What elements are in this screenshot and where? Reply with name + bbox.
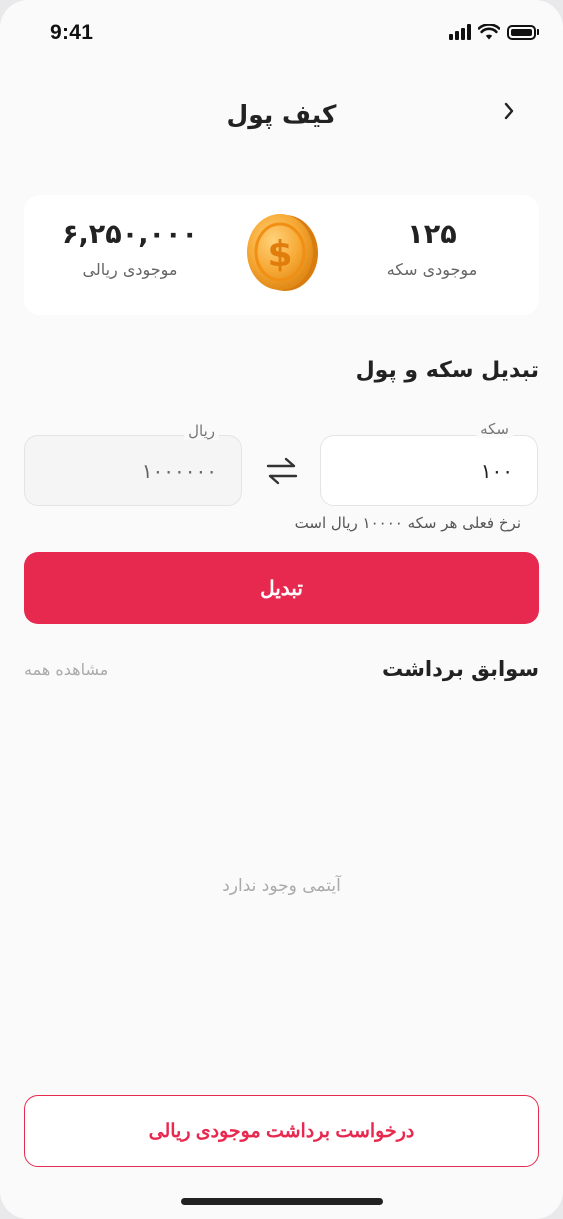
coin-balance-value: ۱۲۵ <box>407 219 457 250</box>
coin-field-label: سکه <box>476 420 513 438</box>
see-all-link[interactable]: مشاهده همه <box>24 660 108 679</box>
back-button[interactable] <box>494 96 524 126</box>
wifi-icon <box>478 24 500 40</box>
coin-amount-input[interactable]: ۱۰۰ <box>320 435 538 506</box>
converter-title: تبدیل سکه و پول <box>355 358 539 383</box>
coin-balance-label: موجودی سکه <box>386 260 478 279</box>
rial-balance-label: موجودی ریالی <box>82 260 178 279</box>
coin-balance: ۱۲۵ موجودی سکه <box>332 219 532 279</box>
chevron-right-icon <box>504 102 514 120</box>
withdraw-history-title: سوابق برداشت <box>382 657 539 681</box>
home-indicator <box>181 1198 383 1205</box>
battery-icon <box>507 24 539 40</box>
swap-arrows-icon[interactable] <box>264 455 300 487</box>
rial-balance: ۶,۲۵۰,۰۰۰ موجودی ریالی <box>30 219 230 279</box>
rial-amount-value: ۱۰۰۰۰۰۰ <box>141 458 217 483</box>
rial-field-label: ریال <box>184 422 219 440</box>
exchange-rate-text: نرخ فعلی هر سکه ۱۰۰۰۰ ریال است <box>294 514 521 532</box>
page-title: کیف پول <box>226 100 337 129</box>
wallet-screen: 9:41 کیف پول ۶,۲۵۰,۰۰۰ موجودی ریالی $ ۱۲… <box>0 0 563 1219</box>
coin-amount-value: ۱۰۰ <box>480 458 513 483</box>
convert-button[interactable]: تبدیل <box>24 552 539 624</box>
svg-text:$: $ <box>267 234 292 275</box>
rial-balance-value: ۶,۲۵۰,۰۰۰ <box>62 219 198 250</box>
status-time: 9:41 <box>50 21 94 44</box>
empty-state-text: آیتمی وجود ندارد <box>222 876 341 896</box>
signal-icon <box>449 24 471 40</box>
balance-card: ۶,۲۵۰,۰۰۰ موجودی ریالی $ ۱۲۵ موجودی سکه <box>24 195 539 315</box>
rial-amount-input[interactable]: ۱۰۰۰۰۰۰ <box>24 435 242 506</box>
status-icons <box>449 24 539 40</box>
withdraw-request-button[interactable]: درخواست برداشت موجودی ریالی <box>24 1095 539 1167</box>
dollar-coin-icon: $ <box>247 214 318 291</box>
